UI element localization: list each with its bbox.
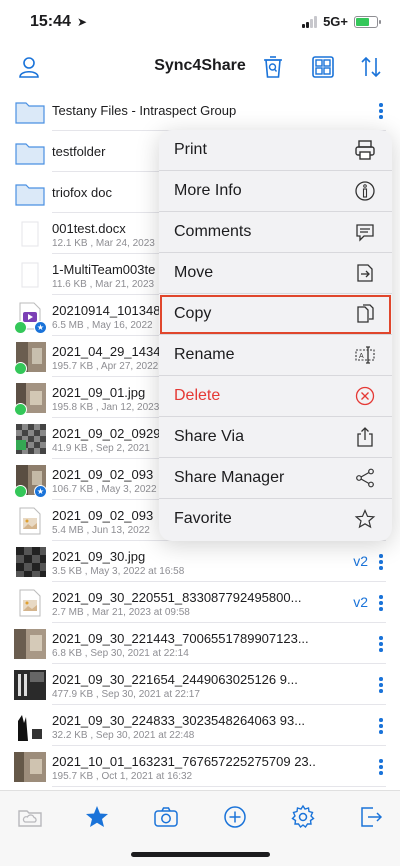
more-options-icon[interactable] — [378, 677, 384, 693]
menu-item-delete[interactable]: Delete — [159, 376, 392, 417]
share-icon — [357, 427, 373, 447]
settings-gear-icon[interactable] — [289, 803, 317, 831]
menu-item-move[interactable]: Move — [159, 253, 392, 294]
file-name: 2021_09_30_220551_833087792495800... — [52, 590, 302, 605]
network-label: 5G+ — [323, 14, 348, 29]
menu-item-share-manager[interactable]: Share Manager — [159, 458, 392, 499]
document-icon — [21, 221, 39, 247]
more-options-icon[interactable] — [378, 636, 384, 652]
synced-badge-icon — [14, 485, 27, 498]
list-item[interactable]: 2021_09_30_221654_2449063025126 9... 477… — [0, 664, 400, 705]
add-icon[interactable] — [221, 803, 249, 831]
photo-thumbnail — [14, 629, 46, 659]
share-manager-icon — [356, 468, 374, 488]
list-item[interactable]: 2021_09_30_220551_833087792495800... 2.7… — [0, 582, 400, 623]
file-meta: 3.5 KB , May 3, 2022 at 16:58 — [52, 566, 185, 577]
comment-icon — [356, 224, 374, 242]
nav-bar: Sync4Share — [0, 44, 400, 90]
photo-thumbnail — [14, 711, 46, 741]
file-name: Testany Files - Intraspect Group — [52, 103, 237, 118]
signal-icon — [302, 15, 318, 28]
list-item[interactable]: Testany Files - Intraspect Group — [0, 90, 400, 131]
menu-item-rename[interactable]: Rename A — [159, 335, 392, 376]
file-meta: 477.9 KB , Sep 30, 2021 at 22:17 — [52, 689, 200, 700]
grid-view-icon[interactable] — [310, 54, 336, 80]
file-meta: 6.8 KB , Sep 30, 2021 at 22:14 — [52, 648, 189, 659]
image-file-icon — [19, 507, 41, 535]
file-name: 2021_09_30_221654_2449063025126 9... — [52, 672, 298, 687]
folder-icon — [15, 102, 45, 124]
image-file-icon — [19, 589, 41, 617]
document-icon — [21, 262, 39, 288]
more-options-icon[interactable] — [378, 718, 384, 734]
recycle-bin-search-icon[interactable] — [260, 54, 286, 80]
version-badge[interactable]: v2 — [353, 594, 368, 610]
list-item[interactable]: 2021_09_30.jpg 3.5 KB , May 3, 2022 at 1… — [0, 541, 400, 582]
status-bar: 15:44 ➤ 5G+ — [0, 0, 400, 44]
synced-badge-icon — [14, 321, 27, 334]
page-title: Sync4Share — [154, 57, 246, 74]
status-time: 15:44 — [30, 13, 71, 30]
menu-item-more-info[interactable]: More Info — [159, 171, 392, 212]
move-icon — [357, 264, 373, 282]
synced-badge-icon — [14, 403, 27, 416]
home-indicator — [131, 852, 270, 857]
more-options-icon[interactable] — [378, 103, 384, 119]
folder-icon — [15, 184, 45, 206]
menu-item-favorite[interactable]: Favorite — [159, 499, 392, 540]
favorite-badge-icon: ★ — [34, 321, 47, 334]
list-item[interactable]: 2021_09_30_224833_3023548264063 93... 32… — [0, 705, 400, 746]
file-name: 2021_10_01_163231_767657225275709 23... — [52, 754, 317, 769]
photo-thumbnail — [16, 547, 46, 577]
rename-icon: A — [355, 346, 375, 364]
battery-icon — [354, 15, 381, 28]
photo-thumbnail — [14, 752, 46, 782]
menu-item-copy[interactable]: Copy — [159, 294, 392, 335]
version-badge[interactable]: v2 — [353, 553, 368, 569]
file-name: 2021_09_30_221443_7006551789907123... — [52, 631, 309, 646]
info-icon — [355, 181, 375, 201]
file-meta: 32.2 KB , Sep 30, 2021 at 22:48 — [52, 730, 195, 741]
camera-icon[interactable] — [152, 803, 180, 831]
more-options-icon[interactable] — [378, 759, 384, 775]
location-arrow-icon: ➤ — [77, 15, 88, 29]
file-name: 2021_09_30_224833_3023548264063 93... — [52, 713, 306, 728]
copy-icon — [357, 304, 374, 323]
list-item[interactable]: 2021_10_01_163231_767657225275709 23... … — [0, 746, 400, 787]
photo-thumbnail — [16, 424, 46, 454]
favorite-badge-icon: ★ — [34, 485, 47, 498]
list-item[interactable]: 2021_09_30_221443_7006551789907123... 6.… — [0, 623, 400, 664]
synced-badge-icon — [14, 362, 27, 375]
more-options-icon[interactable] — [378, 595, 384, 611]
logout-icon[interactable] — [357, 803, 385, 831]
favorites-tab-icon[interactable] — [83, 803, 111, 831]
file-meta: 195.7 KB , Oct 1, 2021 at 16:32 — [52, 771, 193, 782]
file-name: 2021_09_30.jpg — [52, 549, 146, 564]
menu-item-comments[interactable]: Comments — [159, 212, 392, 253]
printer-icon — [355, 140, 375, 160]
menu-item-print[interactable]: Print — [159, 130, 392, 171]
photo-thumbnail — [14, 670, 46, 700]
more-options-icon[interactable] — [378, 554, 384, 570]
folder-icon — [15, 143, 45, 165]
sort-icon[interactable] — [358, 54, 384, 80]
svg-text:A: A — [359, 353, 364, 360]
star-icon — [354, 508, 376, 529]
delete-icon — [355, 386, 375, 406]
file-meta: 2.7 MB , Mar 21, 2023 at 09:58 — [52, 607, 190, 618]
menu-item-share-via[interactable]: Share Via — [159, 417, 392, 458]
cloud-folder-icon[interactable] — [16, 803, 44, 831]
context-menu: Print More Info Comments Move Copy Renam… — [159, 130, 392, 541]
